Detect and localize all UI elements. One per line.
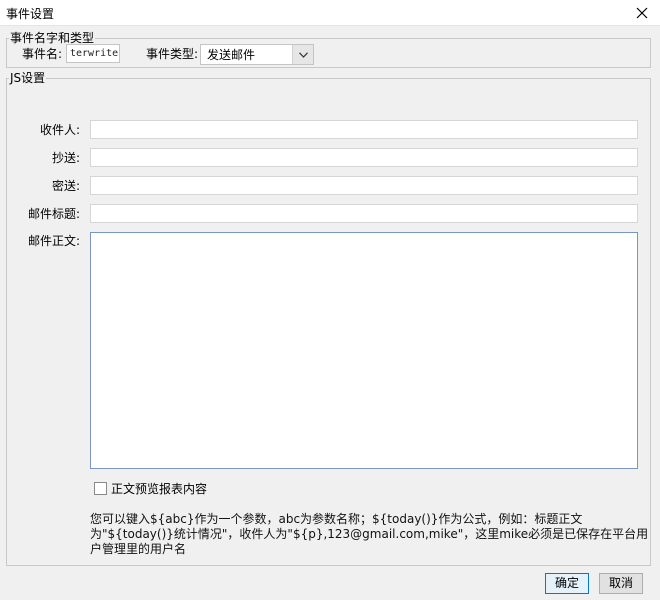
window-title: 事件设置 xyxy=(6,7,55,21)
event-type-value: 发送邮件 xyxy=(207,48,256,62)
cc-label: 抄送: xyxy=(51,151,80,165)
title-bar: 事件设置 xyxy=(0,0,660,26)
event-type-label: 事件类型: xyxy=(146,47,199,61)
cc-input[interactable] xyxy=(90,148,638,167)
js-group-legend: JS设置 xyxy=(10,71,46,85)
close-icon xyxy=(636,7,648,19)
bcc-input[interactable] xyxy=(90,176,638,195)
event-type-select[interactable]: 发送邮件 xyxy=(200,44,314,65)
chevron-down-icon xyxy=(298,51,308,58)
body-label: 邮件正文: xyxy=(27,234,80,248)
ok-button[interactable]: 确定 xyxy=(545,573,589,594)
close-button[interactable] xyxy=(624,0,660,26)
dropdown-arrow[interactable] xyxy=(292,45,313,64)
hint-text: 您可以键入${abc}作为一个参数，abc为参数名称；${today()}作为公… xyxy=(90,512,649,556)
event-name-label: 事件名: xyxy=(22,47,63,61)
event-group-legend: 事件名字和类型 xyxy=(10,31,95,45)
mail-body-textarea[interactable] xyxy=(90,232,638,469)
preview-checkbox-label[interactable]: 正文预览报表内容 xyxy=(111,482,207,496)
preview-checkbox[interactable] xyxy=(94,482,107,495)
recipient-input[interactable] xyxy=(90,120,638,139)
bcc-label: 密送: xyxy=(51,179,80,193)
subject-input[interactable] xyxy=(90,204,638,223)
cancel-button[interactable]: 取消 xyxy=(599,573,643,594)
recipient-label: 收件人: xyxy=(39,123,80,137)
event-name-input[interactable]: terwrite xyxy=(66,44,120,63)
subject-label: 邮件标题: xyxy=(27,207,80,221)
